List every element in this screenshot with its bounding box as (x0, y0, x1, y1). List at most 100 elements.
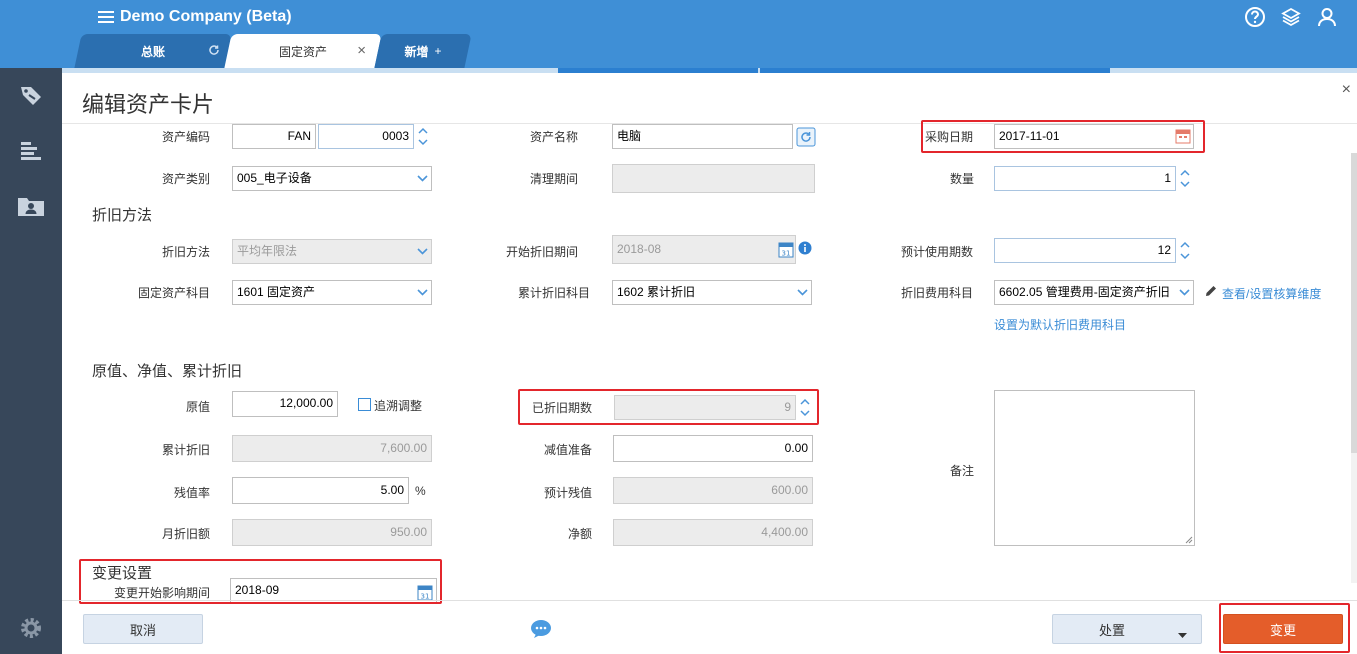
chevron-down-icon[interactable] (1177, 178, 1193, 190)
start-period-input: 2018-08 (612, 235, 796, 264)
expected-residual-label: 预计残值 (544, 486, 593, 500)
quantity-stepper[interactable] (1177, 166, 1193, 191)
expected-residual-input: 600.00 (613, 477, 813, 504)
asset-code-label: 资产编码 (162, 130, 211, 144)
main-panel: 编辑资产卡片 × 资产编码 FAN 0003 资产名称 电脑 采购日期 2017… (62, 73, 1357, 654)
residual-rate-unit: % (415, 484, 426, 498)
close-icon[interactable]: × (357, 42, 366, 59)
original-value-label: 原值 (186, 400, 211, 414)
purchase-date-highlight (921, 120, 1205, 153)
asset-code-stepper[interactable] (415, 124, 431, 149)
settings-icon[interactable] (14, 611, 48, 645)
tag-icon[interactable] (14, 78, 48, 112)
close-icon[interactable]: × (1342, 81, 1351, 99)
asset-account-select[interactable]: 1601 固定资产 (232, 280, 432, 305)
menu-icon[interactable] (98, 10, 114, 24)
method-select: 平均年限法 (232, 239, 432, 264)
chevron-down-icon[interactable] (415, 136, 431, 148)
accum-account-label: 累计折旧科目 (518, 286, 591, 300)
notes-label: 备注 (950, 464, 975, 478)
monthly-dep-input: 950.00 (232, 519, 432, 546)
refresh-code-icon[interactable] (795, 125, 817, 148)
category-select[interactable]: 005_电子设备 (232, 166, 432, 191)
chart-bars-icon[interactable] (14, 134, 48, 168)
asset-account-value: 1601 固定资产 (237, 285, 316, 299)
info-icon[interactable] (797, 240, 813, 256)
expense-account-value: 6602.05 管理费用-固定资产折旧 (999, 285, 1170, 299)
scrollbar-thumb[interactable] (1351, 153, 1357, 453)
caret-down-icon[interactable] (1178, 627, 1187, 642)
user-icon[interactable] (1315, 5, 1339, 29)
category-label: 资产类别 (162, 172, 211, 186)
layers-icon[interactable] (1279, 5, 1303, 29)
app-brand[interactable]: Demo Company (Beta) (98, 6, 292, 28)
chevron-down-icon[interactable] (1175, 281, 1193, 304)
chevron-down-icon[interactable] (413, 281, 431, 304)
expected-periods-input[interactable]: 12 (994, 238, 1176, 263)
method-label: 折旧方法 (162, 245, 211, 259)
chevron-down-icon[interactable] (793, 281, 811, 304)
header-icons (1243, 5, 1339, 29)
expected-periods-label: 预计使用期数 (901, 245, 974, 259)
chevron-up-icon[interactable] (1177, 238, 1193, 250)
app-title: Demo Company (Beta) (120, 8, 292, 25)
quantity-input[interactable]: 1 (994, 166, 1176, 191)
expense-account-select[interactable]: 6602.05 管理费用-固定资产折旧 (994, 280, 1194, 305)
retro-adjust-checkbox[interactable] (358, 398, 371, 411)
chevron-up-icon[interactable] (415, 124, 431, 136)
accum-dep-label: 累计折旧 (162, 443, 211, 457)
tab-label: 新增 (404, 44, 429, 59)
values-section-title: 原值、净值、累计折旧 (92, 363, 243, 380)
original-value-input[interactable]: 12,000.00 (232, 391, 338, 417)
help-icon[interactable] (1243, 5, 1267, 29)
view-dimensions-link[interactable]: 查看/设置核算维度 (1222, 285, 1321, 302)
dispose-button-label: 处置 (1098, 622, 1125, 638)
chevron-down-icon[interactable] (413, 167, 431, 190)
dispose-button[interactable]: 处置 (1052, 614, 1202, 644)
edit-pencil-icon[interactable] (1203, 283, 1219, 299)
tab-add-new[interactable]: 新增 + (374, 34, 472, 68)
tab-ledger[interactable]: 总账 (74, 34, 232, 68)
category-value: 005_电子设备 (237, 171, 312, 185)
plus-icon: + (434, 44, 442, 58)
page-title: 编辑资产卡片 (82, 92, 215, 117)
set-default-account-link[interactable]: 设置为默认折旧费用科目 (994, 316, 1126, 333)
depreciation-section-title: 折旧方法 (92, 207, 153, 224)
chevron-up-icon[interactable] (1177, 166, 1193, 178)
refresh-icon[interactable] (208, 44, 220, 59)
chevron-down-icon[interactable] (1177, 250, 1193, 262)
tab-fixed-assets[interactable]: 固定资产 × (224, 34, 382, 68)
quantity-label: 数量 (950, 172, 975, 186)
cleanup-period-label: 清理期间 (530, 172, 579, 186)
notes-textarea[interactable] (994, 390, 1195, 546)
accum-account-select[interactable]: 1602 累计折旧 (612, 280, 812, 305)
monthly-dep-label: 月折旧额 (162, 527, 211, 541)
tab-bar: 总账 固定资产 × 新增 + (74, 34, 472, 68)
contact-folder-icon[interactable] (14, 189, 48, 223)
depreciated-periods-highlight (518, 389, 819, 425)
tab-label: 总账 (140, 44, 165, 59)
accum-dep-input: 7,600.00 (232, 435, 432, 462)
change-settings-highlight (79, 559, 442, 604)
chevron-down-icon (413, 240, 431, 263)
retro-adjust-label: 追溯调整 (374, 399, 423, 413)
impairment-label: 减值准备 (544, 443, 593, 457)
sidebar (0, 68, 62, 654)
asset-code-number-input[interactable]: 0003 (318, 124, 414, 149)
svg-text:31: 31 (782, 249, 791, 257)
top-bar: Demo Company (Beta) 总账 固定资产 × 新增 + (0, 0, 1357, 68)
impairment-input[interactable]: 0.00 (613, 435, 813, 462)
expected-periods-stepper[interactable] (1177, 238, 1193, 263)
start-period-label: 开始折旧期间 (506, 245, 579, 259)
tab-label: 固定资产 (278, 44, 327, 59)
asset-name-input[interactable]: 电脑 (612, 124, 793, 149)
asset-code-prefix-input[interactable]: FAN (232, 124, 316, 149)
residual-rate-input[interactable]: 5.00 (232, 477, 409, 504)
net-value-label: 净额 (568, 527, 593, 541)
calendar-icon: 31 (777, 239, 795, 259)
chat-bubble-icon[interactable] (529, 617, 553, 641)
net-value-input: 4,400.00 (613, 519, 813, 546)
change-button-highlight (1219, 603, 1350, 653)
cleanup-period-input (612, 164, 815, 193)
cancel-button[interactable]: 取消 (83, 614, 203, 644)
